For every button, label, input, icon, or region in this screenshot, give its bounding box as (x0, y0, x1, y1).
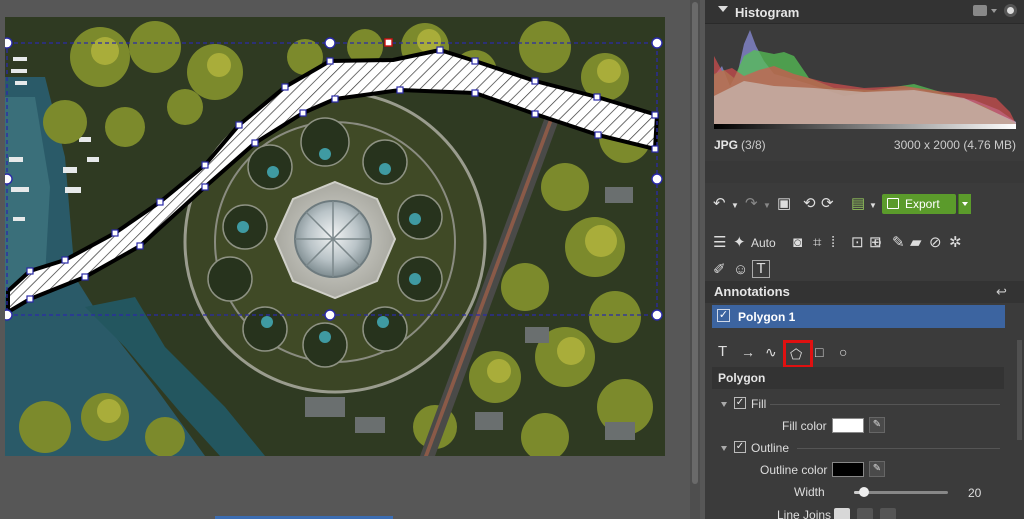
redo-dropdown-icon[interactable]: ▼ (763, 198, 771, 214)
dome-ribs (295, 201, 371, 277)
brush-icon[interactable]: ✎ (892, 235, 905, 251)
fill-label: Fill (751, 397, 767, 411)
frame-icon[interactable]: ⊡ (851, 235, 864, 251)
annotation-list-item[interactable]: ✓ Polygon 1 (712, 305, 1005, 328)
save-dropdown-icon[interactable]: ▼ (869, 198, 877, 214)
aerial-photo[interactable] (5, 17, 665, 456)
eyedropper-icon[interactable]: ✎ (869, 461, 885, 477)
undo-dropdown-icon[interactable]: ▼ (731, 198, 739, 214)
polygon-section-title: Polygon (718, 371, 766, 385)
annotations-header[interactable]: Annotations ↩ (705, 281, 1024, 303)
canvas-scrollbar[interactable] (690, 0, 700, 519)
width-value[interactable]: 20 (968, 486, 981, 500)
bandage-icon[interactable]: ⊘ (929, 235, 942, 251)
save-icon[interactable]: ▤ (851, 196, 865, 212)
reset-icon[interactable]: ↩ (996, 284, 1007, 300)
fill-collapse-icon[interactable] (721, 402, 727, 407)
redo-icon[interactable]: ↷ (745, 196, 758, 212)
export-button[interactable]: Export (882, 194, 956, 214)
join-bevel-icon[interactable] (880, 508, 896, 519)
width-label: Width (794, 485, 825, 499)
fill-checkbox[interactable]: ✓ (734, 397, 746, 409)
chevron-down-icon[interactable] (991, 9, 997, 13)
histogram-luma (714, 81, 1016, 126)
line-joins-label: Line Joins (777, 508, 832, 519)
canvas-scrollbar-thumb[interactable] (692, 2, 698, 484)
image-canvas[interactable] (0, 0, 690, 519)
pen-icon[interactable]: ✐ (713, 262, 726, 278)
magic-wand-icon[interactable]: ✦ (733, 235, 746, 251)
join-round-icon[interactable] (834, 508, 850, 519)
rotate-right-icon[interactable]: ⟳ (821, 196, 834, 212)
rotate-handle[interactable] (384, 38, 393, 47)
polygon-icon[interactable]: ⬠ (790, 347, 802, 361)
sliders-icon[interactable]: ☰ (713, 235, 726, 251)
collapse-triangle-icon[interactable] (718, 6, 728, 12)
divider (797, 448, 1000, 449)
rotate-left-icon[interactable]: ⟲ (803, 196, 816, 212)
eyedropper-icon[interactable]: ✎ (869, 417, 885, 433)
adjust-tools-row: ☰ ✦ Auto ◙ ⌗ ⁞ ⊡ ⊞ ○ ✎ ▰ ⊘ ✲ (705, 232, 1024, 254)
panel-scrollbar[interactable] (1017, 340, 1022, 440)
circle-icon[interactable]: ○ (873, 235, 882, 251)
outline-checkbox[interactable]: ✓ (734, 441, 746, 453)
camera-icon[interactable] (973, 5, 987, 16)
perspective-icon[interactable]: ⁞ (831, 235, 835, 251)
mask-icon[interactable]: ☺ (733, 262, 748, 278)
crop-icon[interactable]: ⌗ (813, 235, 821, 251)
file-dimensions: 3000 x 2000 (4.76 MB) (893, 138, 1016, 152)
right-panel: Histogram JPG (3/8) 3000 x 2000 (4.76 MB… (705, 0, 1024, 519)
histogram-gradient-bar (714, 124, 1016, 129)
annotation-label: Polygon 1 (738, 310, 796, 324)
text-tool-icon[interactable]: T (752, 260, 770, 278)
histogram-header[interactable]: Histogram (705, 0, 1024, 24)
histogram-chart (714, 30, 1016, 126)
export-icon (887, 198, 899, 209)
photo-render (5, 17, 665, 456)
rectangle-icon[interactable]: □ (815, 345, 823, 359)
fill-color-swatch[interactable] (832, 418, 864, 433)
panel-separator (705, 161, 1024, 183)
auto-button[interactable]: Auto (751, 236, 776, 250)
file-index: (3/8) (741, 138, 766, 152)
fill-color-label: Fill color (782, 419, 827, 433)
camera-icon[interactable]: ◙ (793, 235, 802, 251)
arrow-icon[interactable]: → (741, 345, 755, 359)
width-slider-thumb[interactable] (859, 487, 870, 497)
undo-icon[interactable]: ↶ (713, 196, 726, 212)
outline-label: Outline (751, 441, 790, 455)
join-miter-icon[interactable] (857, 508, 873, 519)
polygon-section-header[interactable]: Polygon (712, 367, 1004, 389)
text-icon[interactable]: T (718, 344, 727, 359)
eraser-icon[interactable]: ▰ (910, 235, 922, 251)
gear-icon[interactable]: ✲ (949, 235, 962, 251)
export-label: Export (905, 197, 940, 211)
annotations-title: Annotations (714, 284, 790, 299)
divider (770, 404, 1000, 405)
histogram-title: Histogram (735, 5, 800, 20)
width-slider[interactable] (854, 487, 948, 497)
outline-color-swatch[interactable] (832, 462, 864, 477)
annotation-tools-row: ✐ ☺ T (705, 259, 1024, 281)
ellipse-icon[interactable]: ○ (839, 345, 847, 359)
file-format: JPG (714, 138, 739, 152)
outline-color-label: Outline color (760, 463, 828, 477)
visibility-checkbox[interactable]: ✓ (717, 309, 730, 322)
freehand-line-icon[interactable]: ∿ (765, 345, 777, 359)
settings-icon[interactable] (1004, 4, 1017, 17)
export-dropdown-button[interactable] (958, 194, 971, 214)
compare-icon[interactable]: ▣ (777, 196, 791, 212)
shape-tools-row: T → ∿ ⬠ □ ○ (705, 340, 1024, 368)
outline-collapse-icon[interactable] (721, 446, 727, 451)
